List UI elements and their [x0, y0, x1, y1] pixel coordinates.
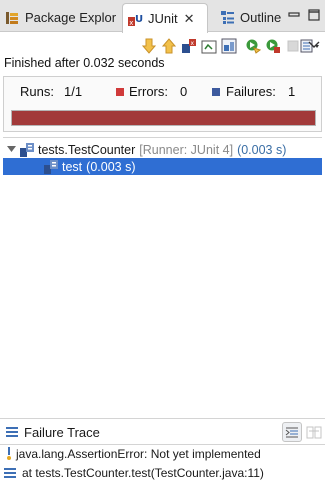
trace-line-text: java.lang.AssertionError: Not yet implem…	[16, 447, 261, 461]
tab-junit[interactable]: xU JUnit ✕	[122, 3, 208, 33]
errors-label: Errors:	[129, 84, 168, 99]
test-counters-panel: Runs: 1/1 Errors: 0 Failures: 1	[3, 76, 322, 132]
test-progress-bar	[11, 110, 316, 126]
expand-arrow-icon[interactable]	[7, 145, 17, 154]
svg-text:x: x	[191, 40, 195, 47]
tab-label: JUnit	[148, 11, 178, 26]
svg-text:U: U	[135, 14, 143, 25]
maximize-icon[interactable]	[308, 9, 320, 24]
failure-trace-title: Failure Trace	[24, 425, 100, 440]
test-suite-icon	[19, 142, 35, 158]
svg-text:x: x	[129, 19, 133, 27]
outline-icon	[219, 10, 235, 26]
test-time: (0.003 s)	[86, 159, 136, 174]
test-method-icon	[43, 159, 59, 175]
counter-row: Runs: 1/1 Errors: 0 Failures: 1	[4, 82, 321, 102]
package-explorer-icon	[4, 10, 20, 26]
tab-outline[interactable]: Outline	[215, 3, 295, 32]
errors-icon	[116, 88, 124, 96]
view-tab-bar: Package Explor xU JUnit ✕ Outline	[0, 0, 325, 33]
tree-row-test[interactable]: test (0.003 s)	[3, 158, 322, 175]
filter-stack-icon[interactable]	[282, 422, 302, 442]
show-failures-only-icon[interactable]: x	[180, 37, 198, 55]
test-tree: tests.TestCounter [Runner: JUnit 4] (0.0…	[3, 137, 322, 412]
compare-results-icon[interactable]	[306, 424, 322, 443]
suite-time: (0.003 s)	[237, 142, 287, 157]
close-icon[interactable]: ✕	[184, 11, 195, 27]
suite-runner: [Runner: JUnit 4]	[139, 142, 234, 157]
failure-trace-header: Failure Trace	[0, 418, 325, 444]
failures-value: 1	[288, 84, 296, 99]
failure-trace-body: java.lang.AssertionError: Not yet implem…	[0, 444, 325, 486]
trace-line[interactable]: at tests.TestCounter.test(TestCounter.ja…	[4, 465, 264, 481]
minimize-icon[interactable]	[288, 9, 300, 24]
tree-row-suite[interactable]: tests.TestCounter [Runner: JUnit 4] (0.0…	[3, 141, 322, 158]
tab-package-explorer[interactable]: Package Explor	[4, 3, 120, 32]
failures-label: Failures:	[226, 84, 276, 99]
rerun-failed-first-icon[interactable]	[264, 37, 282, 55]
trace-line[interactable]: java.lang.AssertionError: Not yet implem…	[4, 446, 261, 462]
runs-value: 1/1	[64, 84, 83, 99]
assertion-error-icon	[4, 446, 14, 462]
tab-label: Package Explor	[25, 10, 117, 25]
trace-line-text: at tests.TestCounter.test(TestCounter.ja…	[22, 466, 264, 480]
errors-value: 0	[180, 84, 188, 99]
rerun-test-icon[interactable]	[244, 37, 262, 55]
suite-name: tests.TestCounter	[38, 142, 136, 157]
scroll-lock-icon[interactable]	[200, 37, 218, 55]
stack-frame-icon	[4, 467, 16, 479]
view-menu-chevron-icon[interactable]	[308, 38, 320, 52]
run-status-text: Finished after 0.032 seconds	[4, 56, 165, 70]
previous-failure-icon[interactable]	[160, 37, 178, 55]
failures-icon	[212, 88, 220, 96]
failure-trace-icon	[6, 426, 18, 441]
next-failure-icon[interactable]	[140, 37, 158, 55]
test-run-history-icon[interactable]	[220, 37, 238, 55]
junit-toolbar: x	[0, 33, 325, 57]
runs-label: Runs:	[20, 84, 54, 99]
tab-label: Outline	[240, 10, 282, 25]
junit-icon: xU	[127, 11, 143, 27]
test-name: test	[62, 159, 83, 174]
progress-bar-fill	[12, 111, 315, 125]
